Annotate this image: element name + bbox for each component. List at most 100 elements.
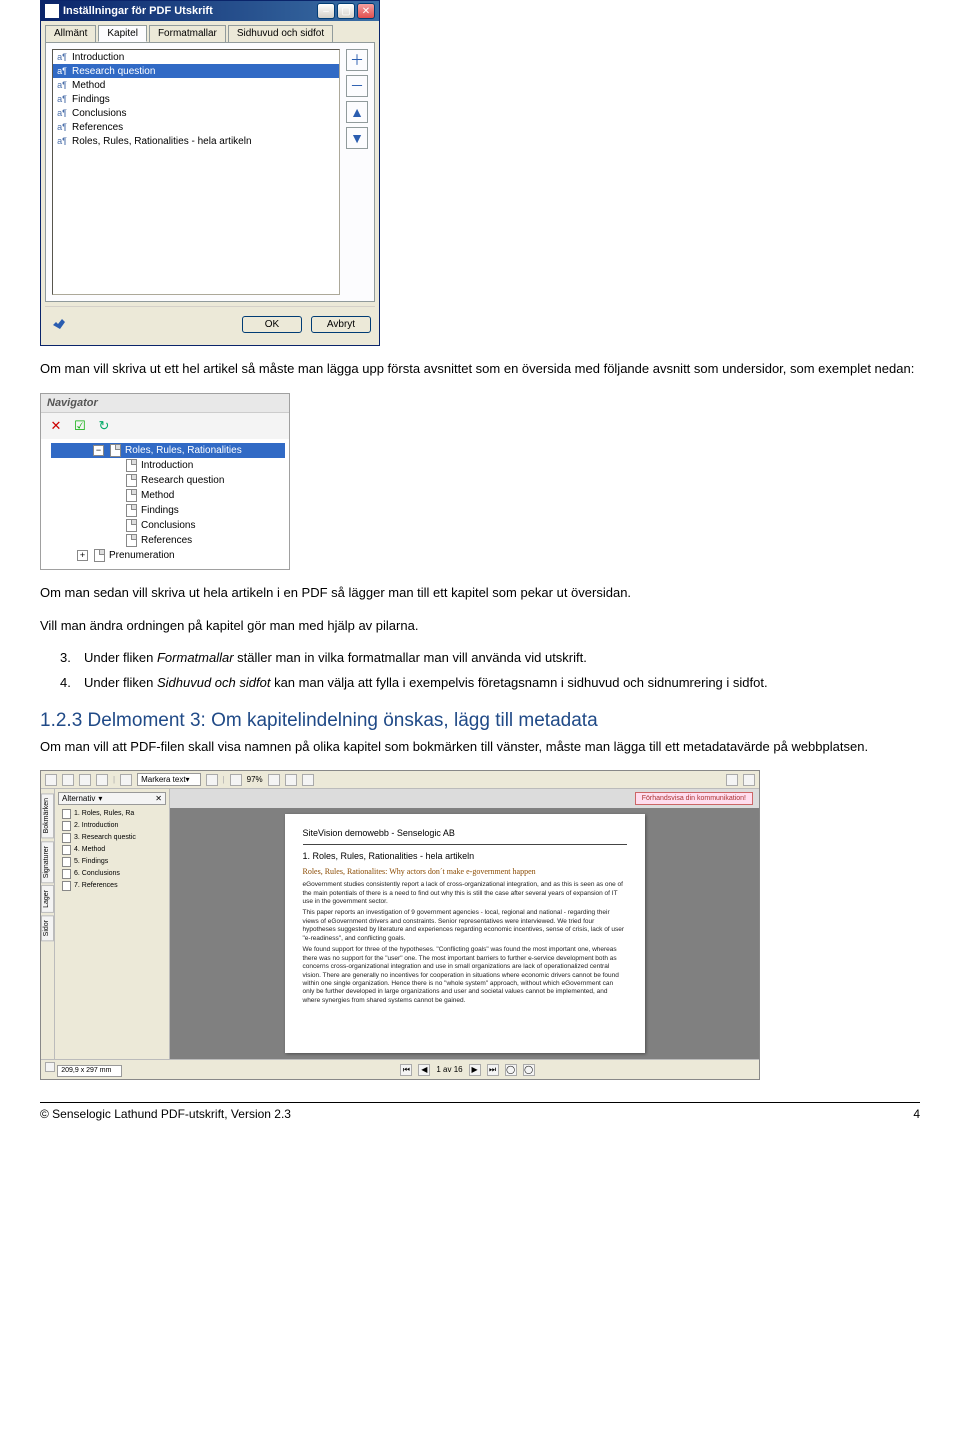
bookmark-item[interactable]: 1. Roles, Rules, Ra	[58, 808, 166, 820]
print-icon[interactable]	[62, 774, 74, 786]
doc-paragraph: eGovernment studies consistently report …	[303, 881, 627, 906]
nav-close-icon[interactable]: ✕	[47, 417, 65, 435]
vtab-sidor[interactable]: Sidor	[41, 915, 54, 941]
page-icon	[62, 809, 71, 819]
chapter-row[interactable]: a¶Roles, Rules, Rationalities - hela art…	[53, 134, 339, 148]
tree-label: Conclusions	[141, 518, 195, 533]
dialog-tabbar: Allmänt Kapitel Formatmallar Sidhuvud oc…	[45, 25, 375, 43]
page-icon	[110, 444, 121, 457]
bookmark-item[interactable]: 5. Findings	[58, 856, 166, 868]
page-number: 4	[913, 1107, 920, 1121]
vtab-signaturer[interactable]: Signaturer	[41, 841, 54, 883]
chapter-label: Method	[72, 80, 105, 91]
tree-label: Introduction	[141, 458, 193, 473]
expand-icon[interactable]	[45, 1062, 55, 1072]
page-icon	[126, 459, 137, 472]
fit-page-icon[interactable]	[302, 774, 314, 786]
hand-icon	[49, 313, 71, 335]
page-indicator: 1 av 16	[436, 1065, 462, 1074]
help-icon[interactable]	[743, 774, 755, 786]
tree-label: References	[141, 533, 192, 548]
heading-1-2-3-body: Om man vill att PDF-filen skall visa nam…	[40, 738, 920, 757]
tab-allmant[interactable]: Allmänt	[45, 25, 96, 42]
fwd-view-button[interactable]: ◯	[523, 1064, 535, 1076]
chapter-row[interactable]: a¶Conclusions	[53, 106, 339, 120]
tree-child[interactable]: Method	[51, 488, 285, 503]
last-page-button[interactable]: ⏭	[487, 1064, 499, 1076]
doc-subtitle: Roles, Rules, Rationalites: Why actors d…	[303, 867, 627, 877]
dialog-titlebar: Inställningar för PDF Utskrift – ▢ ✕	[41, 1, 379, 21]
tree-child[interactable]: Conclusions	[51, 518, 285, 533]
next-page-button[interactable]: ▶	[469, 1064, 481, 1076]
bookmark-item[interactable]: 4. Method	[58, 844, 166, 856]
page-icon	[126, 504, 137, 517]
tab-sidhuvud-sidfot[interactable]: Sidhuvud och sidfot	[228, 25, 333, 42]
chapter-icon: a¶	[56, 107, 68, 119]
expand-icon[interactable]: +	[77, 550, 88, 561]
document-footer: © Senselogic Lathund PDF-utskrift, Versi…	[40, 1102, 920, 1121]
navigator-panel: Navigator ✕ ☑ ↻ − Roles, Rules, Rational…	[40, 393, 290, 570]
chapter-row[interactable]: a¶Research question	[53, 64, 339, 78]
maximize-button[interactable]: ▢	[337, 3, 355, 19]
search-icon[interactable]	[96, 774, 108, 786]
nav-refresh-icon[interactable]: ↻	[95, 417, 113, 435]
close-button[interactable]: ✕	[357, 3, 375, 19]
mail-icon[interactable]	[79, 774, 91, 786]
tree-child[interactable]: Research question	[51, 473, 285, 488]
chapter-label: Roles, Rules, Rationalities - hela artik…	[72, 136, 252, 147]
tree-root[interactable]: − Roles, Rules, Rationalities	[51, 443, 285, 458]
chapter-row[interactable]: a¶References	[53, 120, 339, 134]
fit-width-icon[interactable]	[285, 774, 297, 786]
sv-options-dropdown[interactable]: Alternativ ▾ ✕	[58, 792, 166, 805]
bookmark-item[interactable]: 7. References	[58, 880, 166, 892]
chapter-row[interactable]: a¶Method	[53, 78, 339, 92]
tab-formatmallar[interactable]: Formatmallar	[149, 25, 226, 42]
ok-button[interactable]: OK	[242, 316, 302, 333]
remove-chapter-button[interactable]: －	[346, 75, 368, 97]
page-icon	[126, 474, 137, 487]
sv-document-viewport[interactable]: SiteVision demowebb - Senselogic AB 1. R…	[170, 808, 759, 1059]
chapter-icon: a¶	[56, 121, 68, 133]
nav-check-icon[interactable]: ☑	[71, 417, 89, 435]
tab-kapitel[interactable]: Kapitel	[98, 25, 147, 42]
page-icon	[62, 845, 71, 855]
navigator-toolbar: ✕ ☑ ↻	[41, 413, 289, 439]
paragraph-3: Vill man ändra ordningen på kapitel gör …	[40, 617, 920, 636]
zoom-out-icon[interactable]	[230, 774, 242, 786]
preview-banner-button[interactable]: Förhandsvisa din kommunikation!	[635, 792, 753, 805]
bookmark-item[interactable]: 2. Introduction	[58, 820, 166, 832]
navigator-title: Navigator	[41, 394, 289, 413]
tree-child[interactable]: Introduction	[51, 458, 285, 473]
chapter-list[interactable]: a¶Introduction a¶Research question a¶Met…	[52, 49, 340, 295]
heading-1-2-3: 1.2.3 Delmoment 3: Om kapitelindelning ö…	[40, 710, 920, 732]
back-view-button[interactable]: ◯	[505, 1064, 517, 1076]
first-page-button[interactable]: ⏮	[400, 1064, 412, 1076]
pdf-settings-dialog: Inställningar för PDF Utskrift – ▢ ✕ All…	[40, 0, 380, 346]
tree-label: Research question	[141, 473, 224, 488]
chapter-label: Introduction	[72, 52, 124, 63]
vtab-bokmarken[interactable]: Bokmärken	[41, 793, 54, 838]
sv-pager: ⏮ ◀ 1 av 16 ▶ ⏭ ◯ ◯	[180, 1064, 755, 1076]
tool-dropdown[interactable]: Markera text ▾	[137, 773, 200, 786]
move-down-button[interactable]: ▼	[346, 127, 368, 149]
prev-page-button[interactable]: ◀	[418, 1064, 430, 1076]
bookmark-item[interactable]: 6. Conclusions	[58, 868, 166, 880]
save-icon[interactable]	[45, 774, 57, 786]
zoom-in-icon[interactable]	[268, 774, 280, 786]
collapse-icon[interactable]: −	[93, 445, 104, 456]
tree-child[interactable]: Findings	[51, 503, 285, 518]
bookmark-item[interactable]: 3. Research questic	[58, 832, 166, 844]
add-chapter-button[interactable]: ＋	[346, 49, 368, 71]
snapshot-icon[interactable]	[206, 774, 218, 786]
cancel-button[interactable]: Avbryt	[311, 316, 371, 333]
minimize-button[interactable]: –	[317, 3, 335, 19]
chapter-row[interactable]: a¶Findings	[53, 92, 339, 106]
rotate-icon[interactable]	[726, 774, 738, 786]
chapter-row[interactable]: a¶Introduction	[53, 50, 339, 64]
tree-child[interactable]: References	[51, 533, 285, 548]
footer-left: © Senselogic Lathund PDF-utskrift, Versi…	[40, 1107, 291, 1121]
vtab-lager[interactable]: Lager	[41, 885, 54, 913]
tree-sibling[interactable]: + Prenumeration	[51, 548, 285, 563]
move-up-button[interactable]: ▲	[346, 101, 368, 123]
select-tool-icon[interactable]	[120, 774, 132, 786]
